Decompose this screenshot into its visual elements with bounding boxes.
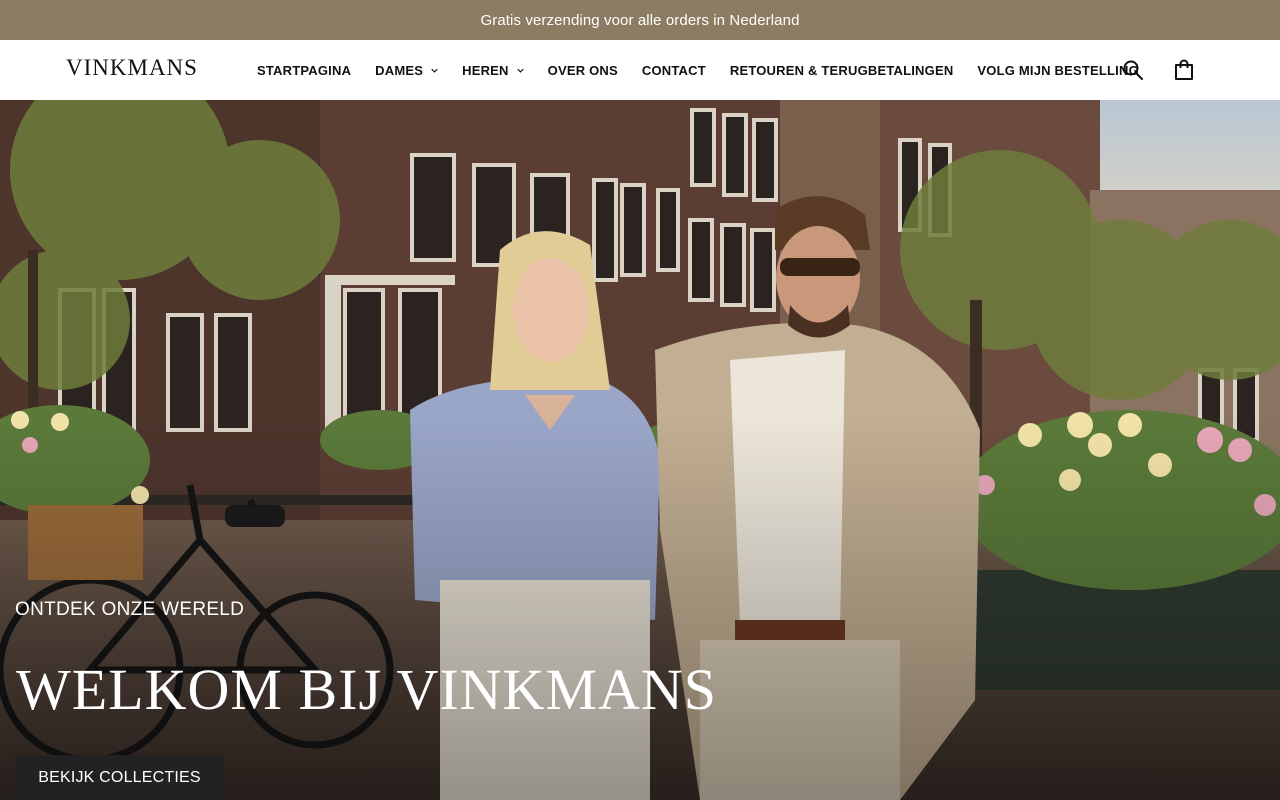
nav-item-label: STARTPAGINA [257,62,352,78]
nav-item-dames[interactable]: DAMES [375,63,438,78]
nav-item-label: CONTACT [641,62,706,78]
nav-item-label: HEREN [462,62,509,78]
hero-title: WELKOM BIJ VINKMANS [16,657,718,722]
main-navigation: STARTPAGINA DAMES HEREN OVER ONS CONTACT… [257,40,1139,100]
nav-item-retouren[interactable]: RETOUREN & TERUGBETALINGEN [730,63,954,78]
announcement-text: Gratis verzending voor alle orders in Ne… [480,11,800,29]
hero-banner: ONTDEK ONZE WERELD WELKOM BIJ VINKMANS B… [0,100,1280,800]
site-header: VINKMANS STARTPAGINA DAMES HEREN OVER ON… [0,40,1280,100]
announcement-bar: Gratis verzending voor alle orders in Ne… [0,0,1280,40]
nav-item-volg-bestelling[interactable]: VOLG MIJN BESTELLING [977,63,1138,78]
nav-item-over-ons[interactable]: OVER ONS [548,63,618,78]
chevron-down-icon [431,68,438,73]
nav-item-label: OVER ONS [547,62,618,78]
search-icon[interactable] [1121,58,1145,82]
view-collections-label: BEKIJK COLLECTIES [38,768,201,786]
nav-item-label: DAMES [375,62,424,78]
chevron-down-icon [516,68,524,73]
nav-item-startpagina[interactable]: STARTPAGINA [257,63,351,78]
view-collections-button[interactable]: BEKIJK COLLECTIES [15,755,224,800]
nav-item-contact[interactable]: CONTACT [642,63,706,78]
nav-item-label: RETOUREN & TERUGBETALINGEN [729,62,954,78]
nav-item-heren[interactable]: HEREN [462,63,524,78]
store-logo[interactable]: VINKMANS [66,55,198,81]
hero-eyebrow: ONTDEK ONZE WERELD [15,599,245,620]
shopping-bag-icon[interactable] [1172,58,1196,82]
nav-item-label: VOLG MIJN BESTELLING [977,62,1139,78]
